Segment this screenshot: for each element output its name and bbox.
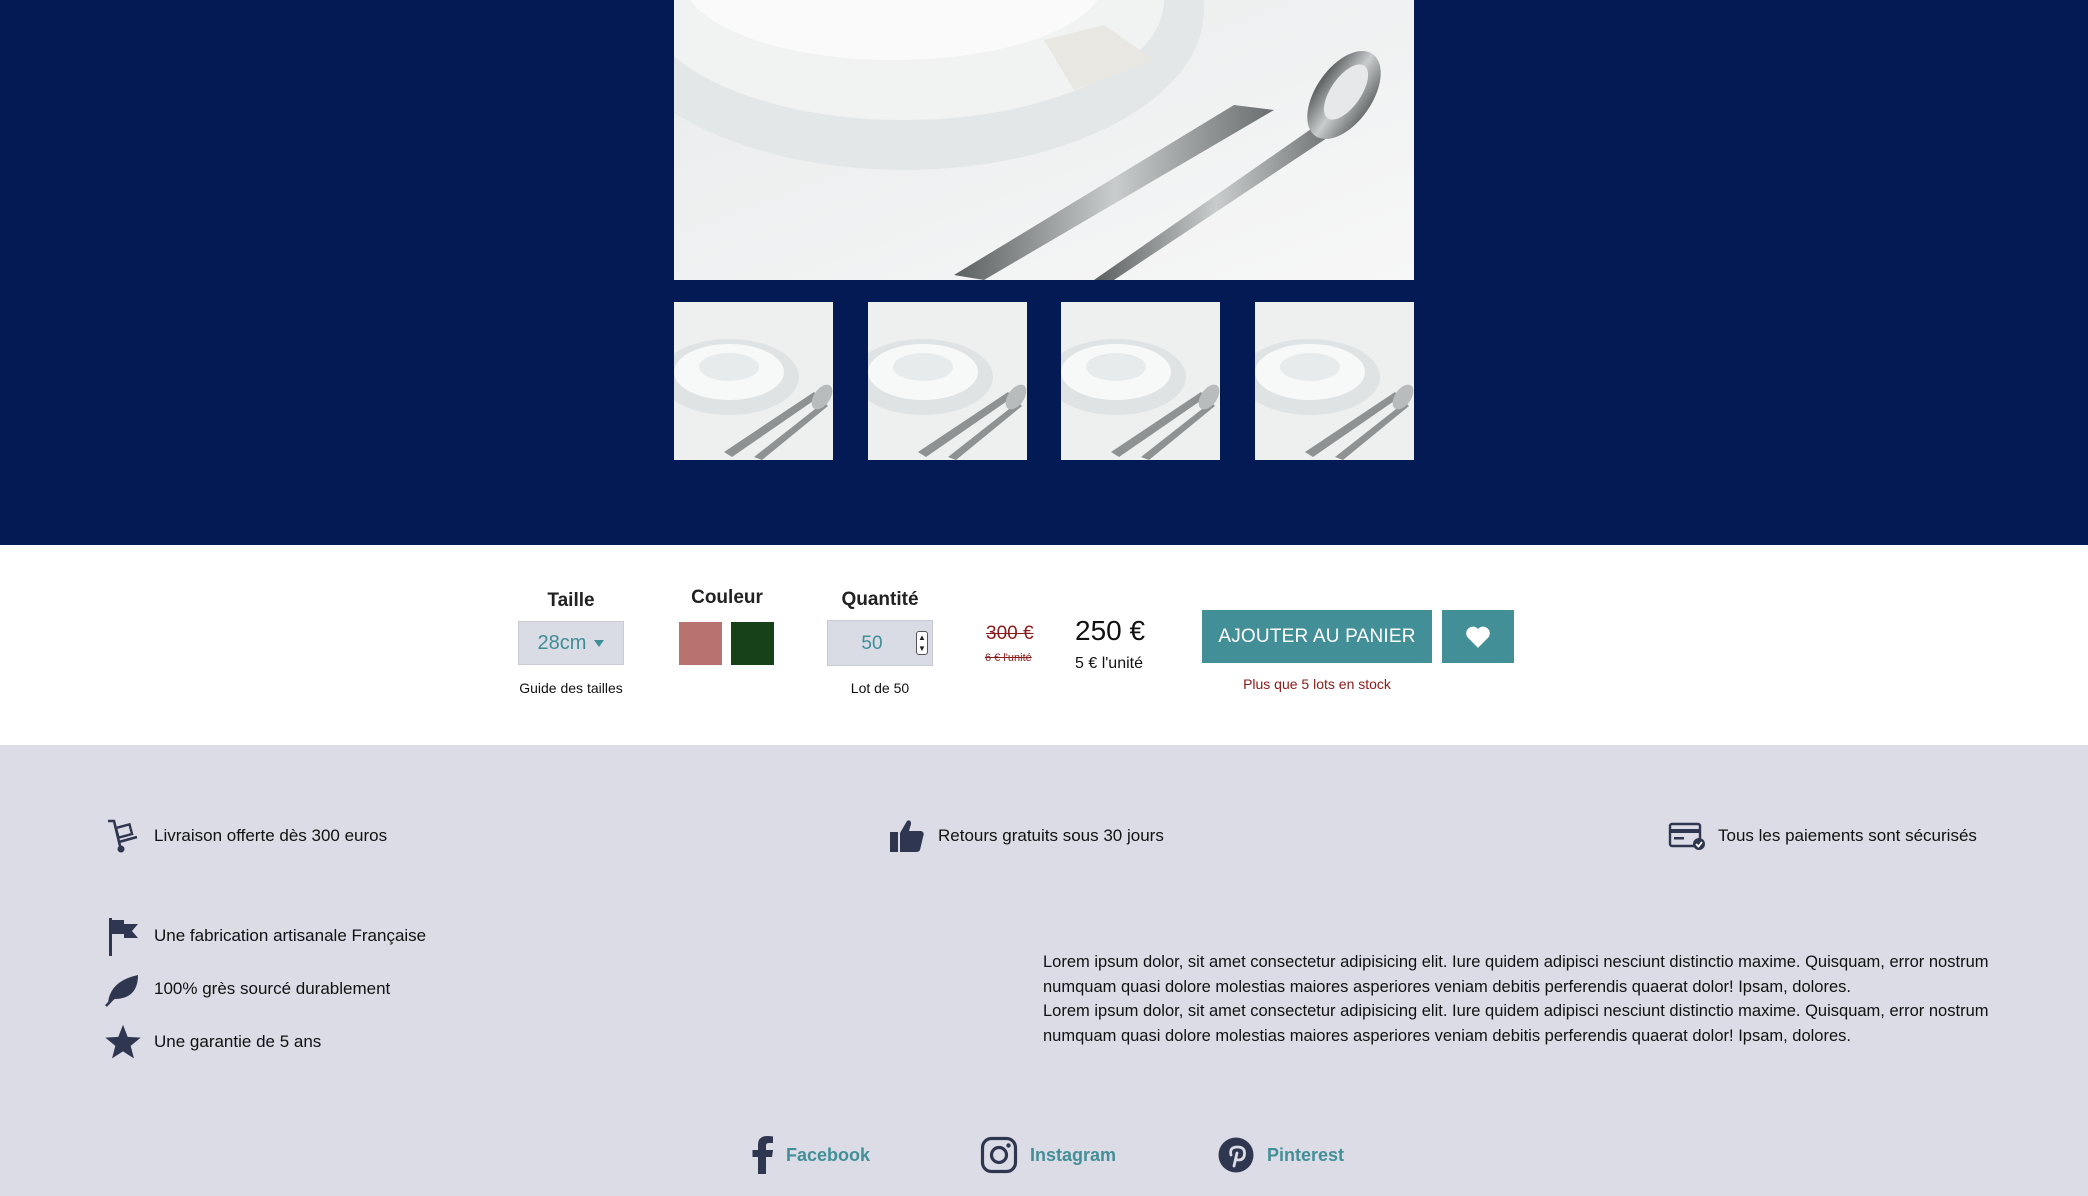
product-options-bar: Taille 28cm Guide des tailles Couleur Qu…	[0, 545, 2088, 745]
color-label: Couleur	[691, 587, 763, 608]
size-guide-link[interactable]: Guide des tailles	[500, 680, 642, 696]
facebook-icon	[752, 1136, 773, 1174]
perk-delivery: Livraison offerte dès 300 euros	[104, 817, 387, 855]
product-thumbnail-4[interactable]	[1255, 302, 1414, 460]
facebook-link[interactable]: Facebook	[752, 1136, 870, 1174]
instagram-label: Instagram	[1030, 1144, 1117, 1165]
perk-payment-text: Tous les paiements sont sécurisés	[1718, 826, 1977, 845]
description-paragraph-2: Lorem ipsum dolor, sit amet consectetur …	[1043, 1002, 1989, 1045]
instagram-link[interactable]: Instagram	[980, 1136, 1116, 1174]
size-label: Taille	[547, 590, 595, 611]
quantity-stepper[interactable]: 50 ▲ ▼	[827, 620, 933, 666]
heart-icon	[1466, 626, 1490, 648]
instagram-icon	[980, 1136, 1018, 1174]
size-value: 28cm	[537, 631, 587, 654]
perk-returns-text: Retours gratuits sous 30 jours	[938, 826, 1164, 845]
pinterest-link[interactable]: Pinterest	[1217, 1136, 1344, 1174]
product-thumbnail-3[interactable]	[1061, 302, 1220, 460]
quantity-value: 50	[861, 633, 883, 654]
add-to-cart-button[interactable]: AJOUTER AU PANIER	[1202, 610, 1432, 663]
flag-icon	[104, 917, 142, 956]
pinterest-label: Pinterest	[1267, 1144, 1345, 1165]
color-swatch-rose[interactable]	[679, 622, 722, 665]
perk-payment: Tous les paiements sont sécurisés	[1668, 817, 1977, 855]
product-main-image	[674, 0, 1414, 280]
feature-warranty: Une garantie de 5 ans	[104, 1023, 321, 1061]
stepper-arrows-icon[interactable]: ▲ ▼	[916, 631, 928, 655]
feature-warranty-text: Une garantie de 5 ans	[154, 1032, 322, 1051]
product-thumbnail-1[interactable]	[674, 302, 833, 460]
perk-delivery-text: Livraison offerte dès 300 euros	[154, 826, 388, 845]
credit-card-icon	[1668, 817, 1706, 855]
current-price: 250 €	[1075, 615, 1146, 646]
product-gallery	[0, 0, 2088, 545]
feature-material: 100% grès sourcé durablement	[104, 970, 390, 1008]
star-icon	[104, 1023, 142, 1061]
feature-craft: Une fabrication artisanale Française	[104, 917, 427, 956]
product-thumbnail-2[interactable]	[868, 302, 1027, 460]
stock-notice: Plus que 5 lots en stock	[1243, 676, 1391, 692]
pinterest-icon	[1218, 1137, 1254, 1173]
quantity-label: Quantité	[841, 589, 919, 610]
lot-size-label: Lot de 50	[850, 680, 910, 696]
leaf-icon	[104, 970, 142, 1008]
feature-craft-text: Une fabrication artisanale Française	[154, 926, 427, 945]
product-description: Lorem ipsum dolor, sit amet consectetur …	[1043, 950, 1993, 1048]
chevron-down-icon	[594, 639, 605, 647]
old-price: 300 €	[986, 623, 1034, 644]
current-unit-price: 5 € l'unité	[1075, 655, 1143, 672]
color-swatch-green[interactable]	[731, 622, 774, 665]
thumbs-up-icon	[888, 817, 926, 855]
facebook-label: Facebook	[786, 1144, 871, 1165]
old-unit-price: 6 € l'unité	[985, 652, 1032, 664]
cart-icon	[104, 817, 142, 855]
wishlist-button[interactable]	[1442, 610, 1514, 663]
feature-material-text: 100% grès sourcé durablement	[154, 979, 391, 998]
description-paragraph-1: Lorem ipsum dolor, sit amet consectetur …	[1043, 953, 1989, 996]
perk-returns: Retours gratuits sous 30 jours	[888, 817, 1164, 855]
size-select[interactable]: 28cm	[518, 621, 624, 665]
